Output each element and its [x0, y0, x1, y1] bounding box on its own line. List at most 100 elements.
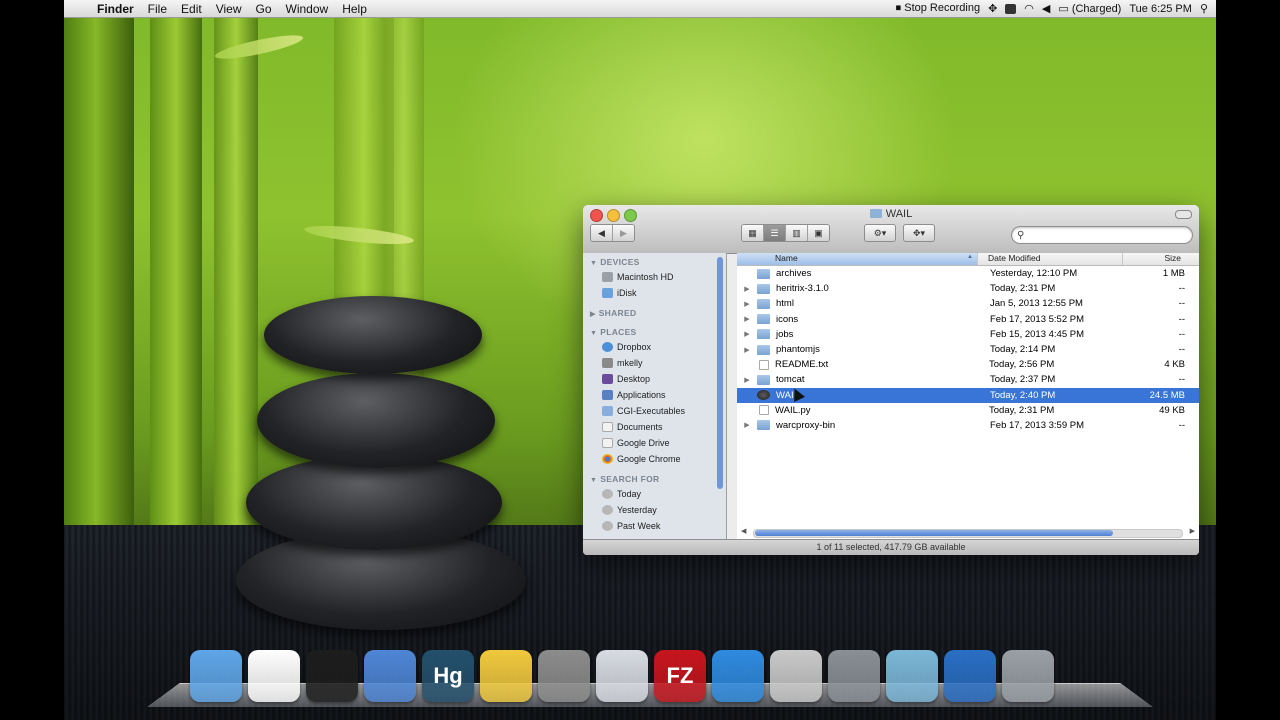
- quicktime-icon[interactable]: [944, 650, 996, 702]
- forward-button[interactable]: ▶: [613, 225, 634, 241]
- file-name: archives: [776, 268, 812, 280]
- file-size: 24.5 MB: [1149, 389, 1185, 401]
- file-row[interactable]: archives Yesterday, 12:10 PM 1 MB: [737, 266, 1199, 281]
- sidebar-scrollbar[interactable]: [717, 257, 723, 489]
- sidebar-item-today[interactable]: Today: [583, 486, 726, 502]
- icon-view-button[interactable]: ▦: [742, 225, 764, 241]
- utilities-icon[interactable]: [770, 650, 822, 702]
- menu-window[interactable]: Window: [279, 2, 336, 16]
- sidebar-item-desktop[interactable]: Desktop: [583, 371, 726, 387]
- xcode-icon[interactable]: [364, 650, 416, 702]
- itunes-icon[interactable]: [712, 650, 764, 702]
- menu-view[interactable]: View: [209, 2, 249, 16]
- column-view-button[interactable]: ▥: [786, 225, 808, 241]
- sidebar-section-shared[interactable]: ▶ SHARED: [583, 304, 726, 320]
- sidebar-item-cgi-executables[interactable]: CGI-Executables: [583, 403, 726, 419]
- file-date: Feb 17, 2013 3:59 PM: [990, 419, 1085, 431]
- display-icon[interactable]: [1005, 3, 1017, 14]
- keychain-icon[interactable]: [886, 650, 938, 702]
- menu-go[interactable]: Go: [249, 2, 279, 16]
- scroll-right-icon[interactable]: ▶: [1190, 527, 1195, 535]
- sidebar-item-documents[interactable]: Documents: [583, 419, 726, 435]
- dropbox-button[interactable]: ✥▾: [903, 224, 935, 242]
- search-field[interactable]: ⚲: [1011, 226, 1193, 244]
- sidebar-item-google-chrome[interactable]: Google Chrome: [583, 451, 726, 467]
- file-row[interactable]: WAIL.py Today, 2:31 PM 49 KB: [737, 403, 1199, 418]
- column-header-size[interactable]: Size: [1122, 253, 1199, 265]
- horizontal-scrollbar[interactable]: ◀ ▶: [741, 527, 1195, 538]
- file-row[interactable]: ▶ icons Feb 17, 2013 5:52 PM --: [737, 312, 1199, 327]
- disclosure-triangle-icon[interactable]: ▶: [737, 421, 757, 429]
- sidebar-section-search-for[interactable]: ▼ SEARCH FOR: [583, 470, 726, 486]
- title-bar[interactable]: WAIL ◀ ▶ ▦ ☰ ▥ ▣ ⚙▾ ✥▾ ⚲: [583, 205, 1199, 254]
- file-row[interactable]: ▶ heritrix-3.1.0 Today, 2:31 PM --: [737, 281, 1199, 296]
- action-menu-button[interactable]: ⚙▾: [864, 224, 896, 242]
- file-name: jobs: [776, 328, 794, 340]
- sidebar-item-dropbox[interactable]: Dropbox: [583, 339, 726, 355]
- disclosure-triangle-icon[interactable]: ▶: [737, 346, 757, 354]
- disclosure-triangle-icon[interactable]: ▶: [737, 285, 757, 293]
- file-date: Jan 5, 2013 12:55 PM: [990, 298, 1083, 310]
- toolbar-toggle-button[interactable]: [1175, 210, 1192, 219]
- sidebar-section-places[interactable]: ▼ PLACES: [583, 323, 726, 339]
- list-view-button[interactable]: ☰: [764, 225, 786, 241]
- battery-status[interactable]: ▭ (Charged): [1058, 2, 1121, 15]
- wail-icon[interactable]: [480, 650, 532, 702]
- menu-help[interactable]: Help: [335, 2, 374, 16]
- spotlight-icon[interactable]: ⚲: [1200, 2, 1208, 15]
- file-row[interactable]: README.txt Today, 2:56 PM 4 KB: [737, 357, 1199, 372]
- menu-edit[interactable]: Edit: [174, 2, 209, 16]
- finder-window: WAIL ◀ ▶ ▦ ☰ ▥ ▣ ⚙▾ ✥▾ ⚲ ▼ DEVICES Macint…: [583, 205, 1199, 555]
- sidebar-item-applications[interactable]: Applications: [583, 387, 726, 403]
- stop-recording-item[interactable]: ⏹ Stop Recording: [896, 2, 980, 15]
- stone: [257, 373, 495, 468]
- file-row[interactable]: ▶ warcproxy-bin Feb 17, 2013 3:59 PM --: [737, 418, 1199, 433]
- column-header-date[interactable]: Date Modified: [977, 253, 1122, 265]
- sidebar-item-past-week[interactable]: Past Week: [583, 518, 726, 534]
- disclosure-triangle-icon[interactable]: ▶: [737, 330, 757, 338]
- column-header-name[interactable]: Name: [737, 253, 977, 265]
- disclosure-triangle-icon[interactable]: ▶: [737, 315, 757, 323]
- chrome-icon[interactable]: [248, 650, 300, 702]
- sidebar-header-label: SHARED: [598, 308, 637, 318]
- sidebar-item-mkelly[interactable]: mkelly: [583, 355, 726, 371]
- dropbox-menu-icon[interactable]: ✥: [988, 2, 997, 15]
- filezilla-icon[interactable]: FZ: [654, 650, 706, 702]
- preferences-icon[interactable]: [828, 650, 880, 702]
- folder-icon: [757, 298, 770, 309]
- file-row[interactable]: ▶ tomcat Today, 2:37 PM --: [737, 372, 1199, 387]
- sidebar-item-idisk[interactable]: iDisk: [583, 285, 726, 301]
- file-row[interactable]: ▶ phantomjs Today, 2:14 PM --: [737, 342, 1199, 357]
- file-size: --: [1178, 283, 1185, 295]
- terminal-icon[interactable]: [306, 650, 358, 702]
- file-date: Feb 15, 2013 4:45 PM: [990, 328, 1085, 340]
- system-icon[interactable]: [596, 650, 648, 702]
- search-input[interactable]: [1027, 228, 1182, 242]
- file-name: WAIL: [776, 389, 799, 401]
- scroll-thumb[interactable]: [755, 530, 1113, 536]
- scroll-left-icon[interactable]: ◀: [741, 527, 746, 535]
- sidebar-section-devices[interactable]: ▼ DEVICES: [583, 253, 726, 269]
- hg-icon[interactable]: Hg: [422, 650, 474, 702]
- menu-finder[interactable]: Finder: [90, 2, 141, 16]
- clock[interactable]: Tue 6:25 PM: [1129, 3, 1192, 15]
- file-row[interactable]: WAIL Today, 2:40 PM 24.5 MB: [737, 387, 1199, 403]
- sidebar-item-macintosh-hd[interactable]: Macintosh HD: [583, 269, 726, 285]
- file-row[interactable]: ▶ jobs Feb 15, 2013 4:45 PM --: [737, 327, 1199, 342]
- finder-icon[interactable]: [190, 650, 242, 702]
- menu-file[interactable]: File: [141, 2, 174, 16]
- folder-icon: [757, 314, 770, 325]
- sidebar-item-yesterday[interactable]: Yesterday: [583, 502, 726, 518]
- wifi-icon[interactable]: ◠: [1024, 2, 1034, 15]
- trash-icon[interactable]: [1002, 650, 1054, 702]
- volume-icon[interactable]: ◀: [1042, 2, 1050, 15]
- back-button[interactable]: ◀: [591, 225, 613, 241]
- sidebar-item-google-drive[interactable]: Google Drive: [583, 435, 726, 451]
- clock-icon: [602, 521, 613, 531]
- coverflow-view-button[interactable]: ▣: [808, 225, 829, 241]
- file-row[interactable]: ▶ html Jan 5, 2013 12:55 PM --: [737, 296, 1199, 311]
- scanner-icon[interactable]: [538, 650, 590, 702]
- disclosure-triangle-icon[interactable]: ▶: [737, 376, 757, 384]
- dock-icons: Hg FZ: [190, 650, 1054, 702]
- disclosure-triangle-icon[interactable]: ▶: [737, 300, 757, 308]
